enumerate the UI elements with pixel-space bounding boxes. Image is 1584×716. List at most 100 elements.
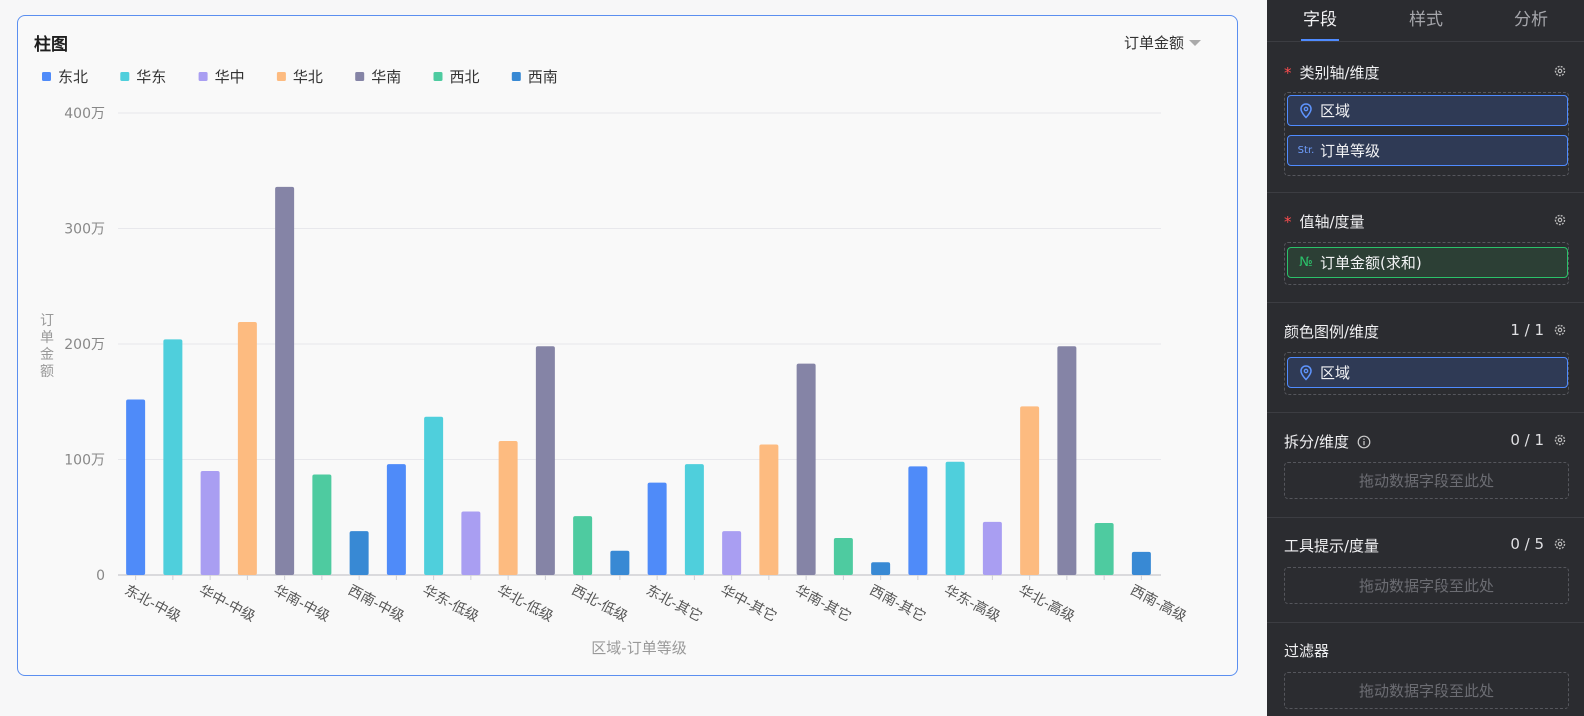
bar (759, 444, 779, 575)
y-tick-label: 100万 (64, 453, 105, 469)
split-dropzone[interactable]: 拖动数据字段至此处 (1284, 462, 1569, 499)
location-icon (1292, 358, 1320, 387)
legend-swatch (433, 72, 443, 81)
gear-icon[interactable] (1553, 213, 1567, 227)
legend-swatch (276, 72, 286, 81)
category-axis-dropzone[interactable]: 区域 Str. 订单等级 (1284, 92, 1569, 176)
legend-label: 华中 (215, 68, 245, 86)
bar (908, 466, 928, 575)
gear-icon[interactable] (1553, 64, 1567, 78)
x-tick-label: 华北-高级 (1016, 582, 1078, 626)
bar (424, 416, 444, 575)
bar (1131, 551, 1151, 575)
x-tick-label: 华中-中级 (196, 582, 257, 625)
measure-selector[interactable]: 订单金额 (1124, 32, 1201, 53)
field-pill-label: 订单等级 (1320, 142, 1381, 160)
field-pill-region[interactable]: 区域 (1287, 357, 1568, 388)
bar (647, 482, 667, 575)
y-tick-label: 200万 (64, 337, 105, 353)
color-legend-dropzone[interactable]: 区域 (1284, 352, 1569, 395)
bar (237, 322, 257, 575)
info-icon[interactable] (1357, 435, 1371, 449)
number-type-icon: № (1292, 248, 1320, 277)
panel-tabs: 字段 样式 分析 (1267, 0, 1584, 42)
legend-label: 华北 (293, 68, 323, 86)
x-tick-label: 西南-高级 (1127, 582, 1189, 626)
x-tick-label: 华南-中级 (271, 582, 332, 625)
x-axis-title: 区域-订单等级 (591, 639, 686, 657)
legend-swatch (42, 72, 51, 81)
filter-dropzone[interactable]: 拖动数据字段至此处 (1284, 672, 1569, 709)
color-legend-title: 颜色图例/维度 (1284, 323, 1380, 341)
field-pill-order-amount[interactable]: № 订单金额(求和) (1287, 247, 1568, 278)
legend-label: 华南 (371, 68, 401, 86)
value-axis-heading: * 值轴/度量 (1284, 211, 1365, 232)
x-tick-label: 东北-中级 (122, 582, 183, 625)
legend-swatch (198, 72, 208, 81)
bar (871, 562, 891, 575)
x-tick-label: 华东-低级 (420, 582, 481, 625)
field-pill-order-level[interactable]: Str. 订单等级 (1287, 135, 1568, 166)
x-tick-label: 华北-低级 (494, 582, 555, 625)
gear-icon[interactable] (1553, 537, 1567, 551)
split-count: 0 / 1 (1510, 431, 1544, 449)
field-pill-label: 区域 (1320, 364, 1351, 382)
legend-label: 东北 (58, 68, 88, 86)
chart-card: 东北 华东 华中 华北 华南 西北 西南 0 100万 200万 300万 400万订单金额东北-中级… (17, 15, 1238, 676)
field-pill-region[interactable]: 区域 (1287, 95, 1568, 126)
x-tick-label: 西北-低级 (569, 582, 630, 625)
bar (498, 441, 518, 575)
tab-analysis[interactable]: 分析 (1514, 5, 1548, 30)
category-axis-section: * 类别轴/维度 区域 Str. 订单等级 (1267, 43, 1584, 193)
field-config-panel: 字段 样式 分析 * 类别轴/维度 区域 Str. 订单等级 * 值轴/度量 №… (1267, 0, 1584, 716)
x-tick-label: 西南-中级 (345, 582, 406, 625)
bar (126, 399, 146, 575)
bar (535, 346, 555, 575)
split-section: 拆分/维度 0 / 1 拖动数据字段至此处 (1267, 413, 1584, 518)
y-axis-label-char: 金 (40, 347, 54, 363)
category-axis-title: 类别轴/维度 (1299, 64, 1380, 82)
measure-selector-label: 订单金额 (1123, 34, 1184, 52)
bar-chart: 东北 华东 华中 华北 华南 西北 西南 0 100万 200万 300万 400万订单金额东北-中级… (40, 68, 1189, 657)
caret-down-icon (1189, 39, 1201, 46)
string-type-icon: Str. (1292, 136, 1320, 165)
bar (1020, 406, 1040, 575)
filter-section: 过滤器 拖动数据字段至此处 (1267, 623, 1584, 716)
bar (833, 538, 853, 575)
bar (684, 464, 704, 575)
filter-title: 过滤器 (1284, 642, 1330, 660)
bar (461, 511, 481, 575)
chart-title: 柱图 (34, 35, 68, 55)
bar (275, 186, 295, 576)
y-tick-label: 400万 (64, 106, 105, 122)
bar (722, 531, 742, 575)
split-heading: 拆分/维度 (1284, 431, 1371, 452)
bar (349, 531, 369, 575)
active-tab-indicator (1301, 39, 1339, 41)
bar (200, 471, 220, 575)
gear-icon[interactable] (1553, 323, 1567, 337)
string-type-icon-text: Str. (1297, 145, 1315, 156)
legend-swatch (120, 72, 130, 81)
x-tick-label: 华中-其它 (718, 582, 780, 626)
y-tick-label: 0 (96, 568, 105, 584)
required-mark: * (1284, 63, 1292, 82)
tab-style[interactable]: 样式 (1409, 5, 1443, 30)
value-axis-section: * 值轴/度量 № 订单金额(求和) (1267, 193, 1584, 303)
color-legend-section: 颜色图例/维度 1 / 1 区域 (1267, 303, 1584, 413)
tooltip-section: 工具提示/度量 0 / 5 拖动数据字段至此处 (1267, 518, 1584, 623)
bar (945, 461, 965, 575)
legend-swatch (511, 72, 521, 81)
y-axis-label-char: 单 (40, 330, 54, 346)
bar (982, 521, 1002, 575)
value-axis-dropzone[interactable]: № 订单金额(求和) (1284, 242, 1569, 285)
legend-label: 华东 (136, 68, 166, 86)
x-tick-label: 华南-其它 (792, 582, 854, 626)
tooltip-dropzone[interactable]: 拖动数据字段至此处 (1284, 567, 1569, 604)
field-pill-label: 区域 (1320, 102, 1351, 120)
x-tick-label: 东北-其它 (643, 582, 705, 626)
category-axis-heading: * 类别轴/维度 (1284, 62, 1380, 83)
split-title: 拆分/维度 (1284, 433, 1350, 451)
tab-fields[interactable]: 字段 (1303, 5, 1337, 30)
gear-icon[interactable] (1553, 433, 1567, 447)
